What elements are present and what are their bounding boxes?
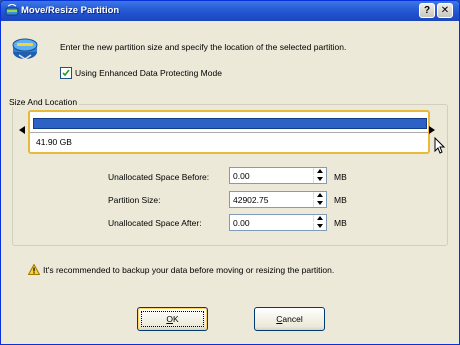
unallocated-before-input[interactable] (230, 168, 312, 183)
spin-up-icon[interactable] (313, 168, 326, 175)
partition-map[interactable]: 41.90 GB (28, 110, 430, 154)
disk-icon (12, 38, 38, 60)
unallocated-before-label: Unallocated Space Before: (108, 172, 210, 182)
partition-size-field-label: Partition Size: (108, 195, 161, 205)
enhanced-mode-checkbox[interactable] (60, 67, 72, 79)
checkmark-icon (62, 69, 70, 77)
warning-icon (28, 264, 40, 275)
group-title: Size And Location (7, 97, 80, 107)
spin-up-icon[interactable] (313, 215, 326, 222)
unallocated-after-spinner[interactable] (229, 214, 327, 231)
window-title: Move/Resize Partition (21, 5, 120, 16)
spin-down-icon[interactable] (313, 200, 326, 207)
enhanced-mode-label: Using Enhanced Data Protecting Mode (75, 68, 222, 78)
right-resize-handle[interactable] (429, 126, 435, 134)
unit-label: MB (334, 195, 347, 205)
spin-up-icon[interactable] (313, 192, 326, 199)
app-icon (5, 4, 19, 16)
cancel-button[interactable]: Cancel (254, 307, 325, 331)
partition-size-input[interactable] (230, 192, 312, 207)
partition-used-bar[interactable] (33, 118, 427, 129)
left-resize-handle[interactable] (19, 126, 25, 134)
move-resize-dialog: Move/Resize Partition ? ✕ Enter the new … (0, 0, 460, 345)
focus-rectangle (141, 311, 204, 327)
ok-button[interactable]: OK (137, 307, 208, 331)
unallocated-after-input[interactable] (230, 215, 312, 230)
spin-down-icon[interactable] (313, 223, 326, 230)
spin-down-icon[interactable] (313, 176, 326, 183)
unallocated-after-label: Unallocated Space After: (108, 218, 202, 228)
partition-size-label: 41.90 GB (36, 137, 72, 147)
partition-size-spinner[interactable] (229, 191, 327, 208)
title-bar[interactable]: Move/Resize Partition ? ✕ (1, 1, 459, 21)
unit-label: MB (334, 218, 347, 228)
resize-cursor-icon (434, 137, 446, 154)
unit-label: MB (334, 172, 347, 182)
help-button[interactable]: ? (419, 3, 435, 18)
instruction-text: Enter the new partition size and specify… (60, 42, 347, 52)
close-button[interactable]: ✕ (437, 3, 453, 18)
partition-divider (30, 132, 428, 133)
cancel-label-rest: ancel (282, 314, 303, 324)
unallocated-before-spinner[interactable] (229, 167, 327, 184)
backup-warning-text: It's recommended to backup your data bef… (43, 265, 335, 275)
